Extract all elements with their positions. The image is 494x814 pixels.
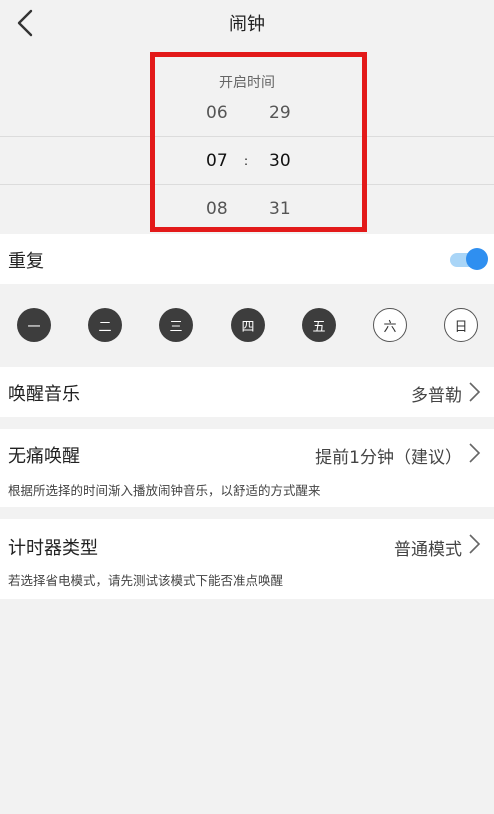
repeat-row: 重复 (0, 234, 494, 284)
day-mon[interactable]: 一 (17, 308, 51, 342)
day-wed[interactable]: 三 (159, 308, 193, 342)
chevron-right-icon (469, 534, 481, 554)
chevron-right-icon (469, 443, 481, 463)
day-sat[interactable]: 六 (373, 308, 407, 342)
chevron-left-icon (17, 9, 33, 37)
day-fri[interactable]: 五 (302, 308, 336, 342)
day-tue[interactable]: 二 (88, 308, 122, 342)
highlight-box (150, 52, 367, 232)
back-button[interactable] (10, 8, 40, 38)
repeat-toggle[interactable] (450, 248, 488, 270)
gentle-wake-description: 根据所选择的时间渐入播放闹钟音乐，以舒适的方式醒来 (8, 483, 321, 498)
wake-music-value: 多普勒 (411, 386, 462, 406)
wake-music-label: 唤醒音乐 (8, 384, 80, 405)
timer-type-row[interactable]: 计时器类型 普通模式 若选择省电模式，请先测试该模式下能否准点唤醒 (0, 519, 494, 599)
gentle-wake-value: 提前1分钟（建议） (315, 448, 462, 468)
timer-type-label: 计时器类型 (8, 538, 98, 559)
toggle-knob (466, 248, 488, 270)
chevron-right-icon (469, 382, 481, 402)
wake-music-row[interactable]: 唤醒音乐 多普勒 (0, 367, 494, 417)
day-sun[interactable]: 日 (444, 308, 478, 342)
timer-type-description: 若选择省电模式，请先测试该模式下能否准点唤醒 (8, 573, 284, 588)
timer-type-value: 普通模式 (394, 540, 462, 560)
repeat-label: 重复 (8, 251, 44, 272)
weekday-selector: 一 二 三 四 五 六 日 (0, 300, 494, 350)
day-thu[interactable]: 四 (231, 308, 265, 342)
header: 闹钟 (0, 0, 494, 46)
gentle-wake-row[interactable]: 无痛唤醒 提前1分钟（建议） 根据所选择的时间渐入播放闹钟音乐，以舒适的方式醒来 (0, 429, 494, 507)
page-title: 闹钟 (229, 14, 265, 35)
gentle-wake-label: 无痛唤醒 (8, 446, 80, 467)
